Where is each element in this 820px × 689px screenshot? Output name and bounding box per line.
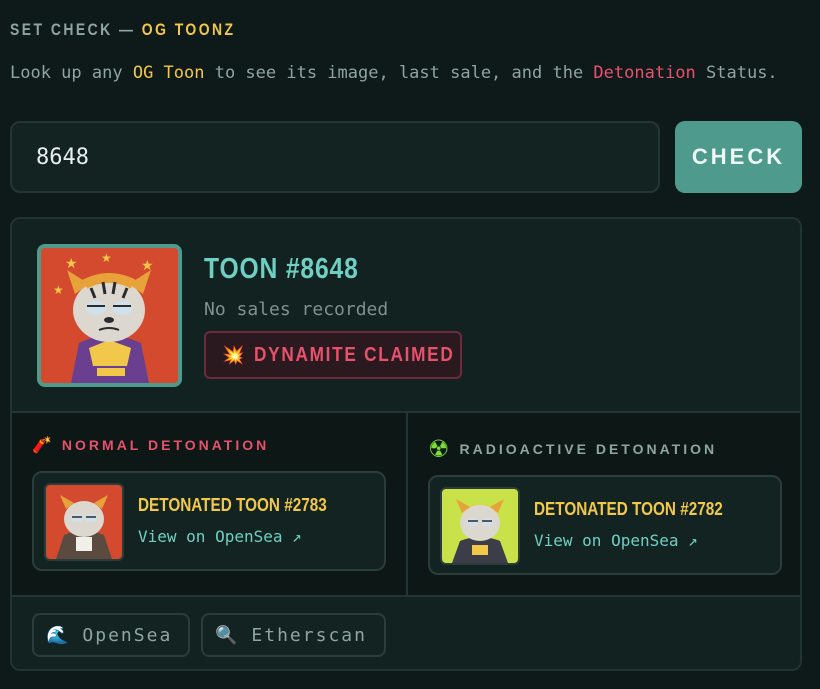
last-sale-text: No sales recorded — [204, 299, 389, 320]
divider — [12, 595, 800, 597]
wave-icon: 🌊 — [46, 624, 71, 646]
radioactive-detonation-panel: ☢ RADIOACTIVE DETONATION DETONATED TOON … — [408, 413, 800, 595]
etherscan-label: Etherscan — [251, 624, 367, 646]
description-highlight-og-toon: OG Toon — [132, 63, 205, 83]
description-part1: Look up any — [10, 63, 133, 83]
toon-artwork: ★ ★ ★ ★ — [41, 248, 178, 383]
radioactive-detonation-heading: RADIOACTIVE DETONATION — [459, 441, 718, 457]
normal-opensea-link[interactable]: View on OpenSea ↗ — [138, 527, 302, 546]
page-title: SET CHECK — OG TOONZ — [10, 20, 236, 40]
dynamite-icon: 🧨 — [32, 435, 52, 454]
svg-text:★: ★ — [65, 256, 78, 272]
page-title-accent: OG TOONZ — [141, 20, 236, 39]
radioactive-detonated-toon-title: DETONATED TOON #2782 — [534, 499, 723, 519]
description-part2: to see its image, last sale, and the — [204, 63, 594, 83]
result-card: ★ ★ ★ ★ TOON #8648 No sales recorded 💥 D… — [10, 217, 802, 671]
description-highlight-detonation: Detonation — [593, 63, 696, 83]
normal-detonated-toon-card[interactable]: DETONATED TOON #2783 View on OpenSea ↗ — [32, 471, 386, 571]
magnifier-icon: 🔍 — [215, 624, 240, 646]
normal-detonation-heading: NORMAL DETONATION — [61, 436, 270, 453]
normal-detonation-panel: 🧨 NORMAL DETONATION DETONATED TOON #2783… — [12, 413, 406, 595]
etherscan-button[interactable]: 🔍 Etherscan — [201, 613, 386, 657]
svg-text:★: ★ — [53, 283, 64, 297]
opensea-button[interactable]: 🌊 OpenSea — [32, 613, 190, 657]
normal-detonated-toon-image — [44, 483, 124, 561]
svg-text:★: ★ — [141, 258, 154, 274]
radioactive-detonated-toon-image — [440, 487, 520, 565]
check-button[interactable]: CHECK — [675, 121, 802, 193]
radioactive-opensea-link[interactable]: View on OpenSea ↗ — [534, 531, 698, 550]
normal-detonated-toon-title: DETONATED TOON #2783 — [138, 495, 327, 515]
radioactive-icon: ☢ — [428, 435, 450, 463]
explosion-icon: 💥 — [222, 344, 245, 366]
status-label: DYNAMITE CLAIMED — [254, 343, 455, 366]
svg-text:★: ★ — [101, 251, 112, 265]
normal-detonation-header: 🧨 NORMAL DETONATION — [32, 435, 269, 454]
toon-id-input[interactable] — [10, 121, 660, 193]
toon-title: TOON #8648 — [204, 253, 359, 285]
radioactive-detonation-header: ☢ RADIOACTIVE DETONATION — [428, 435, 717, 463]
detonated-toon-artwork — [46, 485, 122, 559]
page-title-prefix: SET CHECK — — [10, 20, 142, 39]
radioactive-toon-artwork — [442, 489, 518, 563]
radioactive-detonated-toon-card[interactable]: DETONATED TOON #2782 View on OpenSea ↗ — [428, 475, 782, 575]
detonation-status-badge: 💥 DYNAMITE CLAIMED — [204, 331, 462, 379]
description: Look up any OG Toon to see its image, la… — [10, 60, 800, 86]
toon-image: ★ ★ ★ ★ — [37, 244, 182, 387]
opensea-label: OpenSea — [82, 624, 173, 646]
description-part3: Status. — [695, 63, 778, 83]
